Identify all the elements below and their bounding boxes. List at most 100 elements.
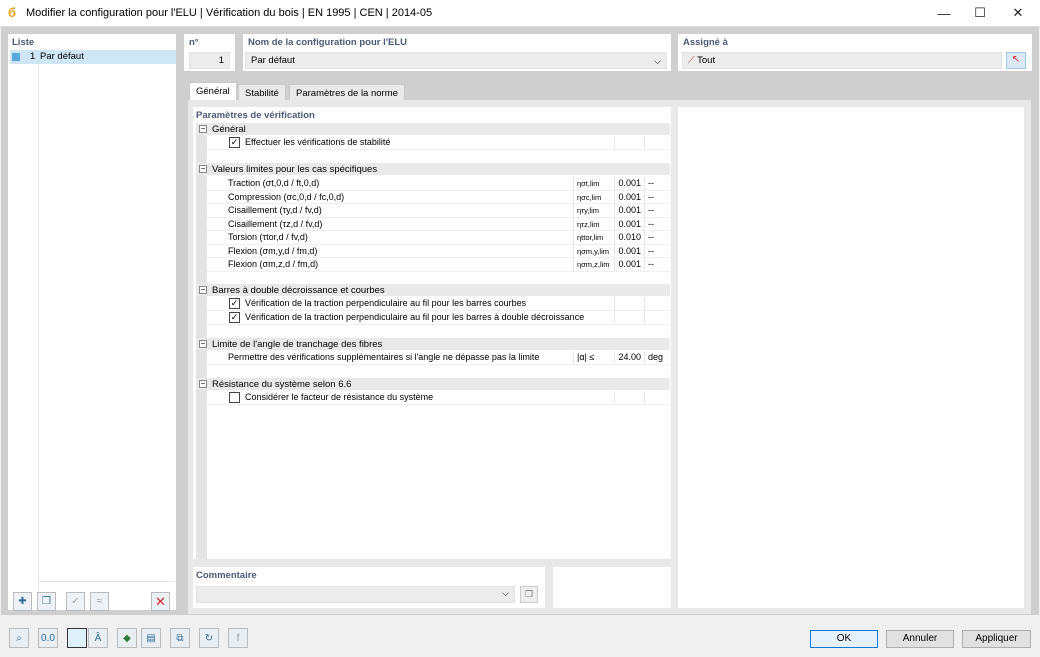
tab-code-params[interactable]: Paramètres de la norme bbox=[289, 84, 405, 101]
new-icon[interactable]: ✚ bbox=[13, 592, 32, 611]
comment-select[interactable]: ⌵ bbox=[196, 586, 515, 603]
comment-panel: Commentaire ⌵ ❐ bbox=[193, 567, 545, 608]
number-label: n° bbox=[189, 37, 199, 48]
maximize-button[interactable]: ☐ bbox=[963, 0, 997, 26]
group-limits[interactable]: − Valeurs limites pour les cas spécifiqu… bbox=[196, 163, 670, 175]
param-value[interactable]: 0.010 bbox=[617, 231, 641, 245]
column-divider bbox=[644, 204, 645, 218]
collapse-icon[interactable]: − bbox=[199, 165, 207, 173]
group-general[interactable]: − Général bbox=[196, 123, 670, 135]
column-divider bbox=[614, 177, 615, 191]
chevron-down-icon: ⌵ bbox=[654, 56, 661, 66]
param-value[interactable]: 24.00 bbox=[617, 351, 641, 365]
param-label: Flexion (σm,z,d / fm,d) bbox=[228, 259, 319, 269]
reset-icon[interactable]: ↻ bbox=[199, 628, 219, 648]
column-divider bbox=[644, 258, 645, 272]
export-icon[interactable]: ⧉ bbox=[170, 628, 190, 648]
group-tapered[interactable]: − Barres à double décroissance et courbe… bbox=[196, 284, 670, 296]
search-icon[interactable]: ⌕ bbox=[9, 628, 29, 648]
param-value[interactable]: 0.001 bbox=[617, 218, 641, 232]
column-divider bbox=[644, 244, 645, 258]
param-unit: -- bbox=[648, 245, 654, 256]
collapse-icon[interactable]: − bbox=[199, 125, 207, 133]
display-icon[interactable]: Â bbox=[88, 628, 108, 648]
checkbox[interactable]: ✓ bbox=[229, 312, 240, 323]
check-all-icon[interactable]: ✓ bbox=[66, 592, 85, 611]
limit-row[interactable]: Flexion (σm,z,d / fm,d) ησm,z,lim 0.001 -- bbox=[207, 258, 670, 272]
collapse-icon[interactable]: − bbox=[199, 340, 207, 348]
param-unit: -- bbox=[648, 178, 654, 188]
chevron-down-icon: ⌵ bbox=[502, 588, 509, 598]
minimize-button[interactable]: — bbox=[927, 0, 961, 26]
param-row[interactable]: ✓ Vérification de la traction perpendicu… bbox=[207, 297, 670, 311]
column-divider bbox=[644, 177, 645, 191]
formula-icon[interactable]: f bbox=[228, 628, 248, 648]
param-row[interactable]: Considérer le facteur de résistance du s… bbox=[207, 391, 670, 405]
apply-button[interactable]: Appliquer bbox=[962, 630, 1031, 648]
list-item[interactable]: 1 Par défaut bbox=[10, 50, 176, 64]
param-value[interactable]: 0.001 bbox=[617, 204, 641, 218]
group-system[interactable]: − Résistance du système selon 6.6 bbox=[196, 378, 670, 390]
checkbox[interactable] bbox=[229, 392, 240, 403]
param-row[interactable]: ✓ Effectuer les vérifications de stabili… bbox=[207, 136, 670, 150]
assigned-field[interactable]: ⟋ Tout bbox=[682, 52, 1002, 69]
column-divider bbox=[614, 258, 615, 272]
group-title: Valeurs limites pour les cas spécifiques bbox=[212, 164, 378, 175]
param-symbol: ησm,z,lim bbox=[577, 260, 610, 269]
title-bar: б Modifier la configuration pour l'ELU |… bbox=[0, 0, 1040, 27]
config-color-icon bbox=[12, 53, 20, 61]
ok-button[interactable]: OK bbox=[810, 630, 878, 648]
checkbox[interactable]: ✓ bbox=[229, 298, 240, 309]
limit-row[interactable]: Compression (σc,0,d / fc,0,d) ησc,lim 0.00… bbox=[207, 190, 670, 205]
param-row[interactable]: ✓ Vérification de la traction perpendicu… bbox=[207, 311, 670, 325]
param-value[interactable]: 0.001 bbox=[617, 258, 641, 272]
limit-row[interactable]: Cisaillement (τz,d / fv,d) ητz,lim 0.001 -- bbox=[207, 217, 670, 232]
tab-stability[interactable]: Stabilité bbox=[238, 84, 286, 101]
print-icon[interactable]: ▤ bbox=[141, 628, 161, 648]
comment-copy-icon[interactable]: ❐ bbox=[520, 586, 538, 603]
limit-row[interactable]: Cisaillement (τy,d / fv,d) ητy,lim 0.001 -- bbox=[207, 204, 670, 218]
checkbox[interactable]: ✓ bbox=[229, 137, 240, 148]
column-divider bbox=[614, 231, 615, 245]
column-divider bbox=[644, 190, 645, 204]
limit-row[interactable]: Torsion (τtor,d / fv,d) ηttor,lim 0.010 -- bbox=[207, 231, 670, 245]
param-value[interactable]: 0.001 bbox=[617, 245, 641, 259]
collapse-icon[interactable]: − bbox=[199, 380, 207, 388]
tab-general[interactable]: Général bbox=[189, 82, 237, 101]
param-unit: -- bbox=[648, 259, 654, 269]
select-pointer-icon[interactable]: ↖ bbox=[1006, 52, 1026, 69]
param-value[interactable]: 0.001 bbox=[617, 177, 641, 191]
param-label: Traction (σt,0,d / ft,0,d) bbox=[228, 178, 320, 188]
param-label: Vérification de la traction perpendicula… bbox=[245, 298, 527, 308]
preview-panel bbox=[678, 107, 1024, 608]
group-title: Résistance du système selon 6.6 bbox=[212, 379, 352, 390]
column-divider bbox=[644, 217, 645, 231]
param-label: Cisaillement (τz,d / fv,d) bbox=[228, 218, 323, 229]
group-title: Barres à double décroissance et courbes bbox=[212, 285, 385, 296]
limit-row[interactable]: Flexion (σm,y,d / fm,d) ησm,y,lim 0.001 -- bbox=[207, 244, 670, 259]
column-divider bbox=[644, 231, 645, 245]
units-icon[interactable]: 0.0 bbox=[38, 628, 58, 648]
render-icon[interactable]: ◆ bbox=[117, 628, 137, 648]
collapse-icon[interactable]: − bbox=[199, 286, 207, 294]
param-value[interactable]: 0.001 bbox=[617, 191, 641, 205]
param-label: Effectuer les vérifications de stabilité bbox=[245, 137, 391, 147]
number-panel: n° 1 bbox=[184, 34, 235, 71]
number-field[interactable]: 1 bbox=[189, 52, 230, 69]
config-name-value: Par défaut bbox=[251, 55, 295, 66]
uncheck-icon[interactable]: ≈ bbox=[90, 592, 109, 611]
param-symbol: ητz,lim bbox=[577, 219, 600, 229]
delete-icon[interactable]: ✕ bbox=[151, 592, 170, 611]
assigned-value: Tout bbox=[697, 55, 716, 66]
group-grain-angle[interactable]: − Limite de l'angle de tranchage des fib… bbox=[196, 338, 670, 350]
param-row[interactable]: Permettre des vérifications supplémentai… bbox=[207, 351, 670, 365]
column-divider bbox=[573, 244, 574, 258]
close-button[interactable]: ✕ bbox=[1001, 0, 1035, 26]
limit-row[interactable]: Traction (σt,0,d / ft,0,d) ησt,lim 0.001 -- bbox=[207, 177, 670, 191]
column-divider bbox=[573, 177, 574, 191]
copy-icon[interactable]: ❐ bbox=[37, 592, 56, 611]
config-name-select[interactable]: Par défaut ⌵ bbox=[245, 52, 667, 69]
cancel-button[interactable]: Annuler bbox=[886, 630, 954, 648]
param-unit: -- bbox=[648, 205, 654, 215]
color-icon[interactable] bbox=[67, 628, 87, 648]
